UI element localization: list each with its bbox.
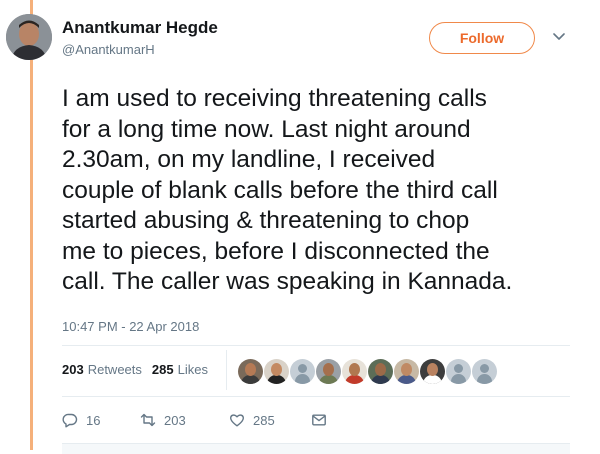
avatar-face <box>245 363 256 376</box>
avatar-body <box>267 375 286 384</box>
direct-message-button[interactable] <box>311 412 335 428</box>
avatar-body <box>241 375 260 384</box>
liker-avatars <box>238 359 497 384</box>
tweet-actions: 16 203 285 <box>62 412 335 428</box>
avatar-face <box>323 363 334 376</box>
author-handle[interactable]: @AnantkumarH <box>62 42 155 57</box>
avatar-body <box>397 375 416 384</box>
avatar-body <box>319 375 338 384</box>
reply-button[interactable]: 16 <box>62 412 140 428</box>
reply-box[interactable] <box>62 443 570 454</box>
avatar-face <box>427 363 438 376</box>
envelope-icon <box>312 414 326 426</box>
reply-count: 16 <box>86 412 101 428</box>
default-avatar-icon[interactable] <box>472 359 497 384</box>
divider <box>62 396 570 397</box>
avatar-body <box>345 375 364 384</box>
like-button[interactable]: 285 <box>229 412 311 428</box>
avatar-photo-icon <box>6 14 52 60</box>
likes-count: 285 <box>151 362 174 377</box>
avatar-face <box>271 363 282 376</box>
chevron-down-icon[interactable] <box>553 32 565 42</box>
likes-stat[interactable]: 285 Likes <box>152 362 208 377</box>
liker-avatar[interactable] <box>394 359 419 384</box>
avatar-face <box>401 363 412 376</box>
avatar-body <box>371 375 390 384</box>
liker-avatar[interactable] <box>264 359 289 384</box>
divider <box>62 345 570 346</box>
retweets-count: 203 <box>62 362 84 377</box>
thread-rule <box>30 0 33 450</box>
author-name[interactable]: Anantkumar Hegde <box>62 18 218 38</box>
default-avatar-icon[interactable] <box>290 359 315 384</box>
retweet-button[interactable]: 203 <box>140 412 229 428</box>
avatar-face <box>349 363 360 376</box>
heart-icon <box>229 414 245 427</box>
likes-label: Likes <box>177 362 208 377</box>
like-count: 285 <box>253 412 275 428</box>
engagement-stats: 203 Retweets 285 Likes <box>62 362 208 377</box>
tweet-text: I am used to receiving threatening calls… <box>62 85 513 295</box>
follow-button[interactable]: Follow <box>429 22 535 54</box>
stats-separator <box>226 350 227 390</box>
avatar-face <box>375 363 386 376</box>
avatar-body <box>423 375 442 384</box>
retweets-label: Retweets <box>87 362 142 377</box>
retweet-count: 203 <box>164 412 186 428</box>
author-avatar[interactable] <box>6 14 52 60</box>
liker-avatar[interactable] <box>316 359 341 384</box>
liker-avatar[interactable] <box>420 359 445 384</box>
retweet-icon <box>140 413 156 427</box>
liker-avatar[interactable] <box>368 359 393 384</box>
retweets-stat[interactable]: 203 Retweets <box>62 362 142 377</box>
liker-avatar[interactable] <box>238 359 263 384</box>
liker-avatar[interactable] <box>342 359 367 384</box>
reply-icon <box>62 413 78 428</box>
default-avatar-icon[interactable] <box>446 359 471 384</box>
tweet-timestamp[interactable]: 10:47 PM - 22 Apr 2018 <box>62 319 199 334</box>
